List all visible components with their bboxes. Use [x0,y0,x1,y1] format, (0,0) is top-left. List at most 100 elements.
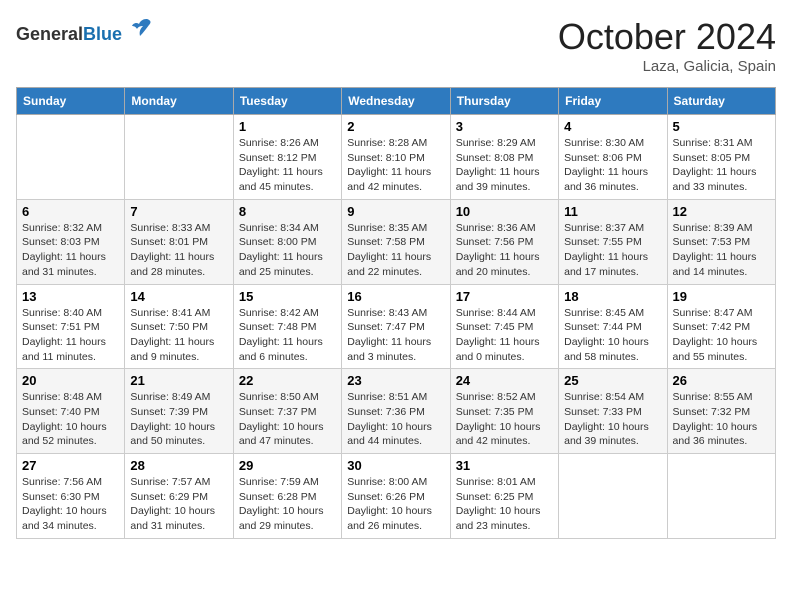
day-info: Sunrise: 8:40 AM Sunset: 7:51 PM Dayligh… [22,306,119,365]
calendar-header-row: SundayMondayTuesdayWednesdayThursdayFrid… [17,88,776,115]
header-day-tuesday: Tuesday [233,88,341,115]
day-number: 1 [239,119,336,134]
page-header: GeneralBlue October 2024 Laza, Galicia, … [16,16,776,75]
calendar-cell: 19 Sunrise: 8:47 AM Sunset: 7:42 PM Dayli… [667,284,775,369]
location-subtitle: Laza, Galicia, Spain [558,58,776,75]
day-info: Sunrise: 8:32 AM Sunset: 8:03 PM Dayligh… [22,221,119,280]
day-info: Sunrise: 8:55 AM Sunset: 7:32 PM Dayligh… [673,390,770,449]
calendar-cell: 12 Sunrise: 8:39 AM Sunset: 7:53 PM Dayli… [667,199,775,284]
day-number: 5 [673,119,770,134]
day-number: 7 [130,204,227,219]
logo-blue-text: Blue [83,24,122,44]
day-number: 31 [456,458,553,473]
header-day-thursday: Thursday [450,88,558,115]
day-info: Sunrise: 8:30 AM Sunset: 8:06 PM Dayligh… [564,136,661,195]
calendar-cell: 11Sunrise: 8:37 AM Sunset: 7:55 PM Dayli… [559,199,667,284]
day-number: 17 [456,289,553,304]
day-number: 26 [673,373,770,388]
day-info: Sunrise: 7:56 AM Sunset: 6:30 PM Dayligh… [22,475,119,534]
calendar-cell: 14 Sunrise: 8:41 AM Sunset: 7:50 PM Dayli… [125,284,233,369]
calendar-cell: 17Sunrise: 8:44 AM Sunset: 7:45 PM Dayli… [450,284,558,369]
day-number: 11 [564,204,661,219]
calendar-cell: 4 Sunrise: 8:30 AM Sunset: 8:06 PM Daylig… [559,115,667,200]
calendar-cell: 15Sunrise: 8:42 AM Sunset: 7:48 PM Dayli… [233,284,341,369]
day-number: 27 [22,458,119,473]
day-info: Sunrise: 8:01 AM Sunset: 6:25 PM Dayligh… [456,475,553,534]
day-info: Sunrise: 8:50 AM Sunset: 7:37 PM Dayligh… [239,390,336,449]
day-info: Sunrise: 8:31 AM Sunset: 8:05 PM Dayligh… [673,136,770,195]
day-info: Sunrise: 8:26 AM Sunset: 8:12 PM Dayligh… [239,136,336,195]
logo-general-text: General [16,24,83,44]
calendar-cell: 8 Sunrise: 8:34 AM Sunset: 8:00 PM Daylig… [233,199,341,284]
day-number: 10 [456,204,553,219]
calendar-cell: 18 Sunrise: 8:45 AM Sunset: 7:44 PM Dayli… [559,284,667,369]
day-number: 23 [347,373,444,388]
calendar-cell: 2Sunrise: 8:28 AM Sunset: 8:10 PM Daylig… [342,115,450,200]
day-info: Sunrise: 7:59 AM Sunset: 6:28 PM Dayligh… [239,475,336,534]
day-info: Sunrise: 8:35 AM Sunset: 7:58 PM Dayligh… [347,221,444,280]
day-info: Sunrise: 8:39 AM Sunset: 7:53 PM Dayligh… [673,221,770,280]
day-number: 18 [564,289,661,304]
day-info: Sunrise: 8:48 AM Sunset: 7:40 PM Dayligh… [22,390,119,449]
header-day-sunday: Sunday [17,88,125,115]
day-number: 6 [22,204,119,219]
calendar-table: SundayMondayTuesdayWednesdayThursdayFrid… [16,87,776,539]
calendar-cell: 30 Sunrise: 8:00 AM Sunset: 6:26 PM Dayli… [342,454,450,539]
day-info: Sunrise: 8:52 AM Sunset: 7:35 PM Dayligh… [456,390,553,449]
calendar-cell: 21 Sunrise: 8:49 AM Sunset: 7:39 PM Dayli… [125,369,233,454]
calendar-cell: 16 Sunrise: 8:43 AM Sunset: 7:47 PM Dayli… [342,284,450,369]
calendar-cell [125,115,233,200]
month-title: October 2024 [558,16,776,58]
day-number: 25 [564,373,661,388]
calendar-week-row: 13Sunrise: 8:40 AM Sunset: 7:51 PM Dayli… [17,284,776,369]
day-number: 14 [130,289,227,304]
calendar-cell: 5 Sunrise: 8:31 AM Sunset: 8:05 PM Daylig… [667,115,775,200]
calendar-week-row: 20Sunrise: 8:48 AM Sunset: 7:40 PM Dayli… [17,369,776,454]
day-info: Sunrise: 8:43 AM Sunset: 7:47 PM Dayligh… [347,306,444,365]
calendar-cell: 31 Sunrise: 8:01 AM Sunset: 6:25 PM Dayli… [450,454,558,539]
day-number: 29 [239,458,336,473]
day-number: 28 [130,458,227,473]
calendar-body: 1 Sunrise: 8:26 AM Sunset: 8:12 PM Daylig… [17,115,776,539]
calendar-cell: 7Sunrise: 8:33 AM Sunset: 8:01 PM Daylig… [125,199,233,284]
calendar-cell [559,454,667,539]
header-day-friday: Friday [559,88,667,115]
day-info: Sunrise: 8:47 AM Sunset: 7:42 PM Dayligh… [673,306,770,365]
calendar-cell: 22 Sunrise: 8:50 AM Sunset: 7:37 PM Dayli… [233,369,341,454]
calendar-week-row: 27 Sunrise: 7:56 AM Sunset: 6:30 PM Dayli… [17,454,776,539]
calendar-cell: 26 Sunrise: 8:55 AM Sunset: 7:32 PM Dayli… [667,369,775,454]
day-number: 30 [347,458,444,473]
calendar-cell: 27 Sunrise: 7:56 AM Sunset: 6:30 PM Dayli… [17,454,125,539]
day-info: Sunrise: 8:34 AM Sunset: 8:00 PM Dayligh… [239,221,336,280]
header-day-monday: Monday [125,88,233,115]
day-number: 12 [673,204,770,219]
day-number: 8 [239,204,336,219]
calendar-cell: 25Sunrise: 8:54 AM Sunset: 7:33 PM Dayli… [559,369,667,454]
header-day-saturday: Saturday [667,88,775,115]
day-number: 19 [673,289,770,304]
day-info: Sunrise: 8:45 AM Sunset: 7:44 PM Dayligh… [564,306,661,365]
day-number: 22 [239,373,336,388]
day-number: 3 [456,119,553,134]
day-number: 4 [564,119,661,134]
calendar-cell: 24 Sunrise: 8:52 AM Sunset: 7:35 PM Dayli… [450,369,558,454]
day-info: Sunrise: 8:00 AM Sunset: 6:26 PM Dayligh… [347,475,444,534]
day-info: Sunrise: 8:41 AM Sunset: 7:50 PM Dayligh… [130,306,227,365]
calendar-cell: 20Sunrise: 8:48 AM Sunset: 7:40 PM Dayli… [17,369,125,454]
calendar-week-row: 1 Sunrise: 8:26 AM Sunset: 8:12 PM Daylig… [17,115,776,200]
day-info: Sunrise: 8:29 AM Sunset: 8:08 PM Dayligh… [456,136,553,195]
day-number: 2 [347,119,444,134]
calendar-week-row: 6 Sunrise: 8:32 AM Sunset: 8:03 PM Daylig… [17,199,776,284]
day-number: 16 [347,289,444,304]
calendar-cell [17,115,125,200]
day-info: Sunrise: 8:49 AM Sunset: 7:39 PM Dayligh… [130,390,227,449]
calendar-cell: 10 Sunrise: 8:36 AM Sunset: 7:56 PM Dayli… [450,199,558,284]
day-number: 21 [130,373,227,388]
calendar-cell: 1 Sunrise: 8:26 AM Sunset: 8:12 PM Daylig… [233,115,341,200]
day-info: Sunrise: 8:51 AM Sunset: 7:36 PM Dayligh… [347,390,444,449]
logo-bird-icon [129,16,153,40]
day-number: 24 [456,373,553,388]
header-day-wednesday: Wednesday [342,88,450,115]
calendar-cell: 9Sunrise: 8:35 AM Sunset: 7:58 PM Daylig… [342,199,450,284]
day-info: Sunrise: 8:36 AM Sunset: 7:56 PM Dayligh… [456,221,553,280]
